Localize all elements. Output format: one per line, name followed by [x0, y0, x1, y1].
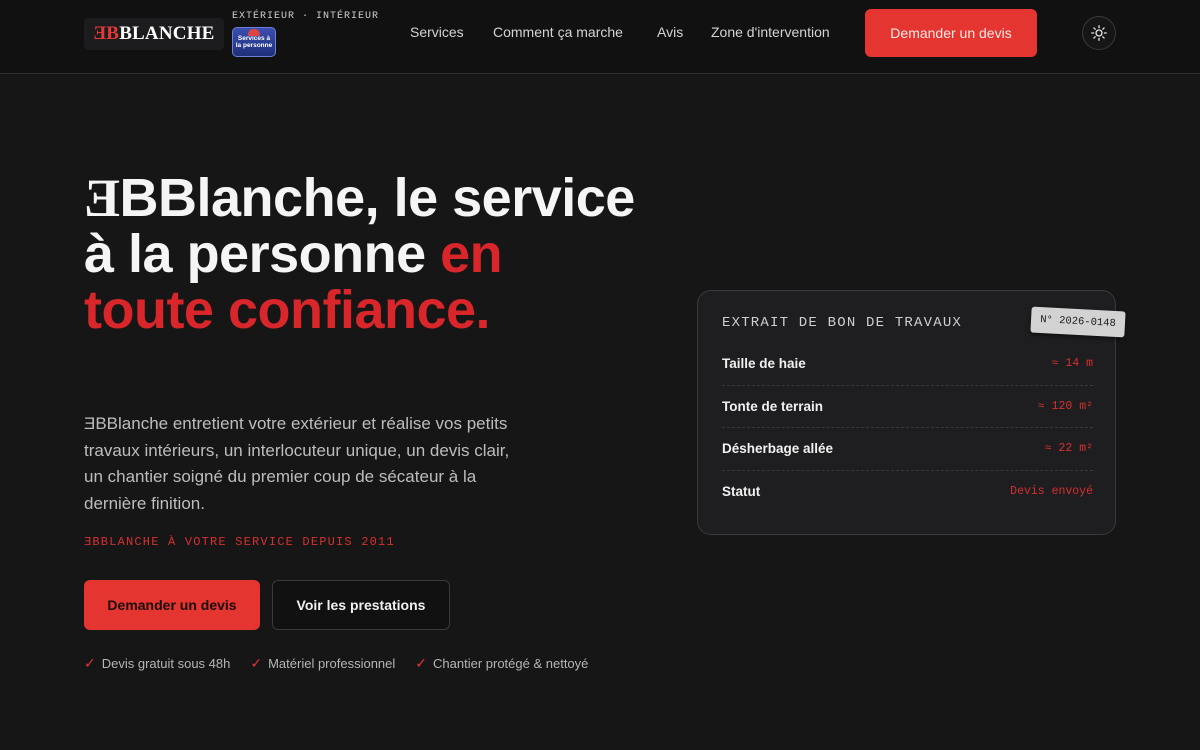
- order-number-tag: N° 2026-0148: [1030, 306, 1126, 338]
- row-label: Tonte de terrain: [722, 398, 824, 414]
- benefit-item: ✓ Chantier protégé & nettoyé: [415, 655, 588, 672]
- logo-text: BLANCHE: [119, 23, 215, 44]
- since-label: ƎBBLANCHE À VOTRE SERVICE DEPUIS 2011: [84, 535, 395, 549]
- benefit-label: Chantier protégé & nettoyé: [433, 656, 589, 671]
- theme-toggle-button[interactable]: [1082, 16, 1116, 50]
- hero-title-mark: Ǝ: [84, 168, 120, 228]
- benefit-label: Devis gratuit sous 48h: [101, 656, 231, 671]
- nav-link-zone-intervention[interactable]: Zone d'intervention: [711, 24, 830, 40]
- check-icon: ✓: [415, 655, 428, 671]
- view-services-button[interactable]: Voir les prestations: [272, 580, 450, 630]
- card-rows: Taille de haie ≈ 14 m Tonte de terrain ≈…: [722, 343, 1093, 513]
- services-a-la-personne-badge: Services à la personne: [232, 27, 276, 57]
- check-icon: ✓: [250, 655, 263, 671]
- card-title: EXTRAIT DE BON DE TRAVAUX: [722, 315, 963, 331]
- work-order-card: EXTRAIT DE BON DE TRAVAUX N° 2026-0148 T…: [697, 290, 1126, 535]
- brand-logo[interactable]: ƎB BLANCHE: [84, 18, 224, 50]
- card-row: Désherbage allée ≈ 22 m²: [722, 428, 1093, 471]
- nav-link-services[interactable]: Services: [410, 24, 464, 40]
- hero-description: ƎBBlanche entretient votre extérieur et …: [84, 414, 510, 513]
- row-label: Statut: [722, 484, 761, 500]
- row-value: ≈ 120 m²: [1037, 399, 1093, 413]
- badge-heart-icon: [248, 29, 260, 36]
- site-header: ƎB BLANCHE EXTÉRIEUR · INTÉRIEUR Services…: [0, 0, 1200, 74]
- benefit-item: ✓ Devis gratuit sous 48h: [84, 655, 230, 672]
- nav-link-avis[interactable]: Avis: [657, 24, 683, 40]
- card-row: Tonte de terrain ≈ 120 m²: [722, 386, 1093, 428]
- hero-quote-button[interactable]: Demander un devis: [84, 580, 260, 630]
- header-quote-button[interactable]: Demander un devis: [865, 9, 1037, 57]
- row-label: Désherbage allée: [722, 441, 834, 457]
- row-value: ≈ 22 m²: [1044, 442, 1093, 456]
- nav-link-comment-ca-marche[interactable]: Comment ça marche: [493, 24, 623, 40]
- benefit-label: Matériel professionnel: [268, 656, 396, 671]
- brand-tagline: EXTÉRIEUR · INTÉRIEUR: [232, 11, 380, 22]
- card-row: Statut Devis envoyé: [722, 471, 1093, 514]
- card-row: Taille de haie ≈ 14 m: [722, 343, 1093, 386]
- badge-line-2: la personne: [235, 41, 273, 49]
- benefits-list: ✓ Devis gratuit sous 48h ✓ Matériel prof…: [84, 655, 608, 672]
- sun-icon: [1091, 25, 1107, 41]
- row-value: ≈ 14 m: [1051, 357, 1093, 371]
- hero-title-main: BBlanche, le service à la personne: [84, 168, 635, 284]
- benefit-item: ✓ Matériel professionnel: [250, 655, 395, 672]
- row-value: Devis envoyé: [1010, 485, 1093, 499]
- row-label: Taille de haie: [722, 356, 806, 372]
- hero-title: ƎBBlanche, le service à la personne en t…: [84, 170, 644, 338]
- logo-mark: ƎB: [93, 23, 120, 44]
- check-icon: ✓: [84, 655, 96, 671]
